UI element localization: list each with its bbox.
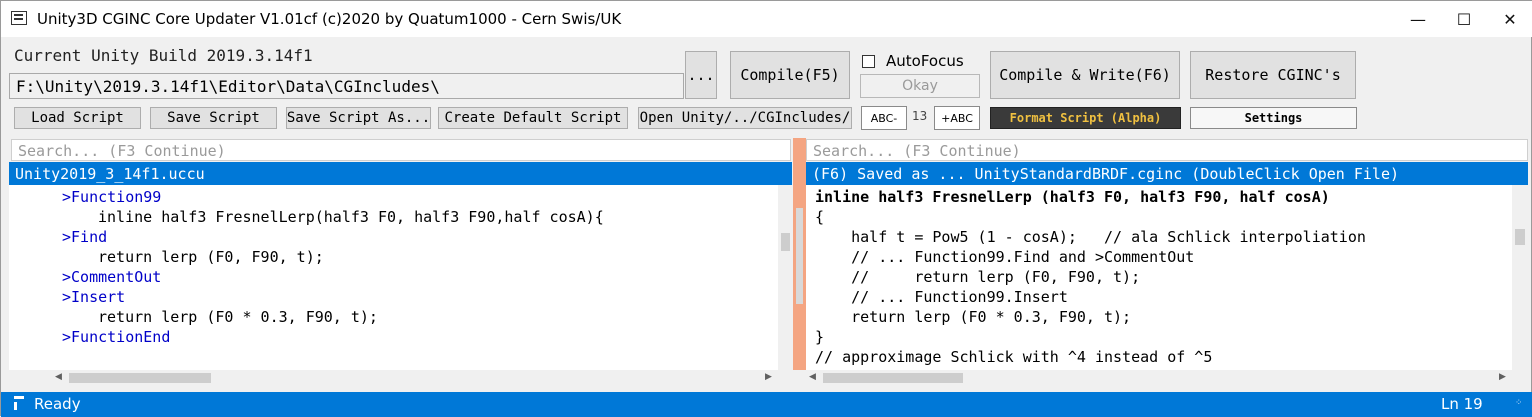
app-window: Unity3D CGINC Core Updater V1.01cf (c)20…: [0, 0, 1532, 417]
left-file-header: Unity2019_3_14f1.uccu: [9, 162, 792, 185]
scroll-thumb[interactable]: [781, 233, 790, 251]
maximize-button[interactable]: ☐: [1441, 1, 1487, 37]
status-bar: Ready Ln 19 ⁘: [1, 392, 1532, 417]
code-line: return lerp (F0 * 0.3, F90, t);: [98, 308, 378, 326]
create-default-script-button[interactable]: Create Default Script: [438, 107, 628, 129]
compile-write-button[interactable]: Compile & Write(F6): [990, 51, 1180, 99]
output-line: // ... Function99.Insert: [815, 288, 1068, 306]
autofocus-checkbox[interactable]: [862, 55, 875, 68]
app-icon: [11, 11, 27, 25]
code-line: inline half3 FresnelLerp(half3 F0, half3…: [98, 208, 604, 226]
right-search-input[interactable]: Search... (F3 Continue): [806, 139, 1528, 161]
left-horizontal-scrollbar[interactable]: ◀ ▶: [51, 370, 778, 386]
code-line: >FunctionEnd: [62, 328, 171, 346]
minimize-button[interactable]: —: [1395, 1, 1441, 37]
font-smaller-button[interactable]: ABC-: [861, 106, 907, 130]
scroll-thumb[interactable]: [69, 373, 211, 383]
close-button[interactable]: ✕: [1487, 1, 1532, 37]
open-cgincludes-button[interactable]: Open Unity/../CGIncludes/: [638, 107, 852, 129]
browse-button[interactable]: ...: [685, 51, 717, 99]
okay-button[interactable]: Okay: [860, 74, 980, 98]
font-size-value: 13: [912, 109, 928, 123]
save-script-button[interactable]: Save Script: [150, 107, 277, 129]
scroll-thumb[interactable]: [1515, 229, 1525, 245]
output-line: // approximage Schlick with ^4 instead o…: [815, 348, 1213, 366]
output-line: }: [815, 328, 825, 346]
load-script-button[interactable]: Load Script: [14, 107, 141, 129]
compile-button[interactable]: Compile(F5): [730, 51, 850, 99]
output-line: return lerp (F0 * 0.3, F90, t);: [815, 308, 1132, 326]
format-script-button[interactable]: Format Script (Alpha): [990, 107, 1181, 129]
unity-build-label: Current Unity Build 2019.3.14f1: [14, 46, 313, 65]
title-bar: Unity3D CGINC Core Updater V1.01cf (c)20…: [1, 1, 1532, 37]
output-line: // return lerp (F0, F90, t);: [815, 268, 1141, 286]
output-line: {: [815, 208, 825, 226]
output-line: // ... Function99.Find and >CommentOut: [815, 248, 1195, 266]
right-horizontal-scrollbar[interactable]: ◀ ▶: [806, 370, 1512, 386]
resize-grip-icon[interactable]: ⁘: [1515, 399, 1523, 408]
font-larger-button[interactable]: +ABC: [934, 106, 980, 130]
scroll-left-icon[interactable]: ◀: [55, 372, 62, 382]
cgincludes-path-input[interactable]: F:\Unity\2019.3.14f1\Editor\Data\CGInclu…: [9, 73, 684, 99]
left-search-input[interactable]: Search... (F3 Continue): [11, 139, 791, 161]
output-line: inline half3 FresnelLerp (half3 F0, half…: [815, 188, 1330, 206]
right-vertical-scrollbar[interactable]: [1512, 185, 1528, 370]
right-output-header[interactable]: (F6) Saved as ... UnityStandardBRDF.cgin…: [806, 162, 1528, 185]
status-text: Ready: [34, 395, 81, 413]
restore-cgincs-button[interactable]: Restore CGINC's: [1190, 51, 1356, 99]
status-marker-icon: [14, 396, 24, 410]
panel-splitter[interactable]: [793, 138, 806, 370]
save-script-as-button[interactable]: Save Script As...: [286, 107, 431, 129]
output-viewer[interactable]: inline half3 FresnelLerp (half3 F0, half…: [806, 185, 1512, 370]
script-editor[interactable]: >Function99 inline half3 FresnelLerp(hal…: [9, 185, 778, 370]
scroll-right-icon[interactable]: ▶: [1499, 372, 1506, 382]
left-vertical-scrollbar[interactable]: [778, 185, 793, 370]
settings-button[interactable]: Settings: [1190, 107, 1357, 129]
window-title: Unity3D CGINC Core Updater V1.01cf (c)20…: [37, 10, 622, 28]
code-line: >CommentOut: [62, 268, 162, 286]
code-line: >Find: [62, 228, 108, 246]
autofocus-label: AutoFocus: [886, 52, 964, 70]
line-number-indicator: Ln 19: [1441, 395, 1483, 413]
output-line: half t = Pow5 (1 - cosA); // ala Schlick…: [815, 228, 1366, 246]
code-line: >Insert: [62, 288, 126, 306]
code-line: >Function99: [62, 188, 162, 206]
code-line: return lerp (F0, F90, t);: [98, 248, 324, 266]
scroll-left-icon[interactable]: ◀: [809, 372, 816, 382]
scroll-right-icon[interactable]: ▶: [765, 372, 772, 382]
scroll-thumb[interactable]: [823, 373, 963, 383]
